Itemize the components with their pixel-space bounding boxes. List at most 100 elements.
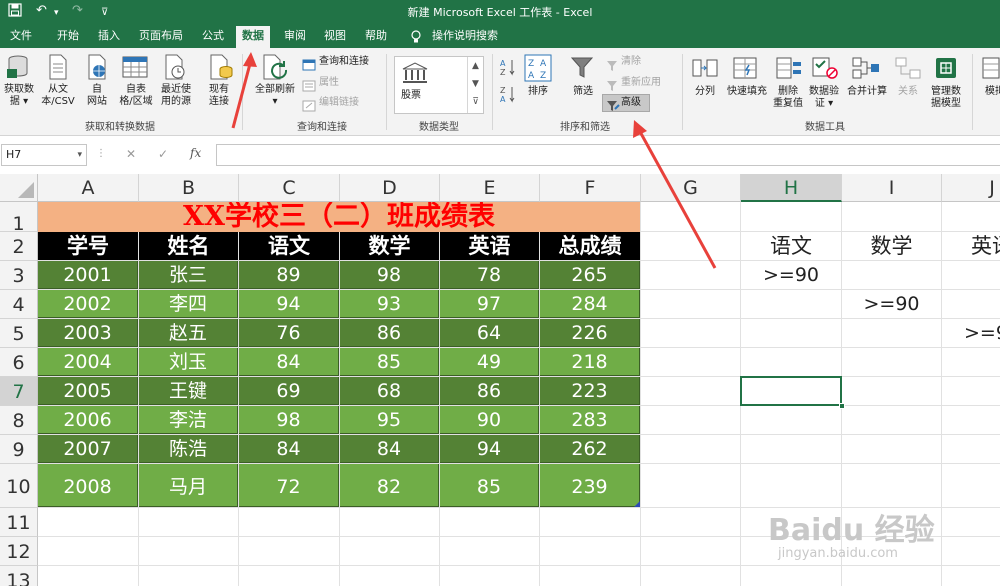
column-header-b[interactable]: B bbox=[139, 174, 239, 202]
fill-handle[interactable] bbox=[839, 403, 845, 409]
tab-help[interactable]: 帮助 bbox=[359, 26, 393, 48]
stock-data-type[interactable]: 股票 bbox=[401, 89, 421, 103]
row-header-13[interactable]: 13 bbox=[0, 566, 38, 586]
filter-button[interactable]: 筛选 bbox=[566, 86, 600, 98]
data-cell[interactable]: 94 bbox=[440, 435, 539, 463]
criteria-value[interactable]: >=90 bbox=[741, 261, 841, 289]
row-header-10[interactable]: 10 bbox=[0, 464, 38, 508]
data-cell[interactable]: 94 bbox=[239, 290, 339, 318]
selected-cell-h7[interactable] bbox=[740, 376, 842, 406]
table-resize-handle[interactable] bbox=[634, 501, 640, 507]
criteria-value[interactable]: >=90 bbox=[942, 319, 1000, 347]
name-box[interactable]: H7 ▾ bbox=[1, 144, 87, 166]
data-cell[interactable]: 98 bbox=[239, 406, 339, 434]
header-cell[interactable]: 数学 bbox=[340, 232, 439, 260]
formula-input[interactable] bbox=[216, 144, 1000, 166]
row-header-2[interactable]: 2 bbox=[0, 232, 38, 261]
header-cell[interactable]: 语文 bbox=[239, 232, 339, 260]
data-cell[interactable]: 84 bbox=[340, 435, 439, 463]
data-cell[interactable]: 马月 bbox=[139, 464, 238, 507]
data-cell[interactable]: 陈浩 bbox=[139, 435, 238, 463]
data-cell[interactable]: 89 bbox=[239, 261, 339, 289]
flash-fill-button[interactable]: 快速填充 bbox=[722, 86, 772, 98]
column-header-e[interactable]: E bbox=[440, 174, 540, 202]
table-title[interactable]: XX学校三（二）班成绩表 bbox=[38, 202, 640, 232]
data-cell[interactable]: 84 bbox=[239, 348, 339, 376]
name-box-dropdown-icon[interactable]: ▾ bbox=[77, 145, 82, 165]
column-header-a[interactable]: A bbox=[38, 174, 139, 202]
tell-me-search[interactable]: 操作说明搜索 bbox=[426, 26, 504, 48]
data-cell[interactable]: 78 bbox=[440, 261, 539, 289]
row-header-1[interactable]: 1 bbox=[0, 202, 38, 235]
header-cell[interactable]: 学号 bbox=[38, 232, 138, 260]
data-cell[interactable]: 76 bbox=[239, 319, 339, 347]
criteria-value[interactable]: >=90 bbox=[842, 290, 941, 318]
reapply-button[interactable]: 重新应用 bbox=[621, 76, 661, 90]
advanced-filter-button[interactable]: 高级 bbox=[602, 94, 650, 112]
data-cell[interactable]: 2004 bbox=[38, 348, 138, 376]
data-cell[interactable]: 239 bbox=[540, 464, 640, 507]
data-cell[interactable]: 2002 bbox=[38, 290, 138, 318]
refresh-all-button[interactable]: 全部刷新 ▾ bbox=[252, 84, 298, 108]
criteria-header[interactable]: 数学 bbox=[842, 232, 941, 260]
data-cell[interactable]: 284 bbox=[540, 290, 640, 318]
data-cell[interactable]: 64 bbox=[440, 319, 539, 347]
tab-insert[interactable]: 插入 bbox=[92, 26, 126, 48]
data-cell[interactable]: 68 bbox=[340, 377, 439, 405]
row-header-11[interactable]: 11 bbox=[0, 508, 38, 537]
from-web-button[interactable]: 自网站 bbox=[80, 84, 114, 108]
get-data-button[interactable]: 获取数据 ▾ bbox=[2, 84, 36, 108]
sort-az-icon[interactable]: AZ bbox=[500, 58, 516, 82]
properties-button[interactable]: 属性 bbox=[319, 76, 339, 90]
data-cell[interactable]: 223 bbox=[540, 377, 640, 405]
clear-button[interactable]: 清除 bbox=[621, 55, 641, 69]
data-cell[interactable]: 218 bbox=[540, 348, 640, 376]
header-cell[interactable]: 英语 bbox=[440, 232, 539, 260]
data-cell[interactable]: 84 bbox=[239, 435, 339, 463]
relationships-button[interactable]: 关系 bbox=[892, 86, 924, 98]
data-validation-button[interactable]: 数据验证 ▾ bbox=[806, 86, 842, 110]
data-cell[interactable]: 李洁 bbox=[139, 406, 238, 434]
column-header-g[interactable]: G bbox=[641, 174, 741, 202]
column-header-f[interactable]: F bbox=[540, 174, 641, 202]
column-header-d[interactable]: D bbox=[340, 174, 440, 202]
select-all-corner[interactable] bbox=[0, 174, 38, 202]
data-cell[interactable]: 265 bbox=[540, 261, 640, 289]
tab-home[interactable]: 开始 bbox=[51, 26, 85, 48]
data-cell[interactable]: 85 bbox=[340, 348, 439, 376]
existing-connections-button[interactable]: 现有 连接 bbox=[202, 84, 236, 108]
tab-view[interactable]: 视图 bbox=[318, 26, 352, 48]
header-cell[interactable]: 姓名 bbox=[139, 232, 238, 260]
data-cell[interactable]: 86 bbox=[440, 377, 539, 405]
what-if-button[interactable]: 模拟 bbox=[980, 86, 1000, 98]
row-header-6[interactable]: 6 bbox=[0, 348, 38, 377]
consolidate-button[interactable]: 合并计算 bbox=[844, 86, 890, 98]
data-cell[interactable]: 2006 bbox=[38, 406, 138, 434]
column-header-h[interactable]: H bbox=[741, 174, 842, 202]
data-cell[interactable]: 2001 bbox=[38, 261, 138, 289]
data-cell[interactable]: 86 bbox=[340, 319, 439, 347]
column-header-j[interactable]: J bbox=[942, 174, 1000, 202]
from-text-csv-button[interactable]: 从文 本/CSV bbox=[38, 84, 78, 108]
gallery-up-icon[interactable]: ▲ bbox=[468, 57, 483, 75]
gallery-more-icon[interactable]: ⊽ bbox=[468, 93, 483, 111]
row-header-4[interactable]: 4 bbox=[0, 290, 38, 319]
data-cell[interactable]: 赵五 bbox=[139, 319, 238, 347]
data-cell[interactable]: 85 bbox=[440, 464, 539, 507]
row-header-3[interactable]: 3 bbox=[0, 261, 38, 290]
data-cell[interactable]: 283 bbox=[540, 406, 640, 434]
from-table-range-button[interactable]: 自表 格/区域 bbox=[116, 84, 156, 108]
gallery-scroll[interactable]: ▲ ▼ ⊽ bbox=[467, 57, 483, 113]
row-header-5[interactable]: 5 bbox=[0, 319, 38, 348]
recent-sources-button[interactable]: 最近使 用的源 bbox=[156, 84, 196, 108]
data-cell[interactable]: 72 bbox=[239, 464, 339, 507]
data-cell[interactable]: 李四 bbox=[139, 290, 238, 318]
criteria-header[interactable]: 语文 bbox=[741, 232, 841, 260]
tab-page-layout[interactable]: 页面布局 bbox=[133, 26, 189, 48]
tab-review[interactable]: 审阅 bbox=[278, 26, 312, 48]
data-cell[interactable]: 97 bbox=[440, 290, 539, 318]
data-cell[interactable]: 82 bbox=[340, 464, 439, 507]
data-cell[interactable]: 95 bbox=[340, 406, 439, 434]
column-header-i[interactable]: I bbox=[842, 174, 942, 202]
data-cell[interactable]: 93 bbox=[340, 290, 439, 318]
